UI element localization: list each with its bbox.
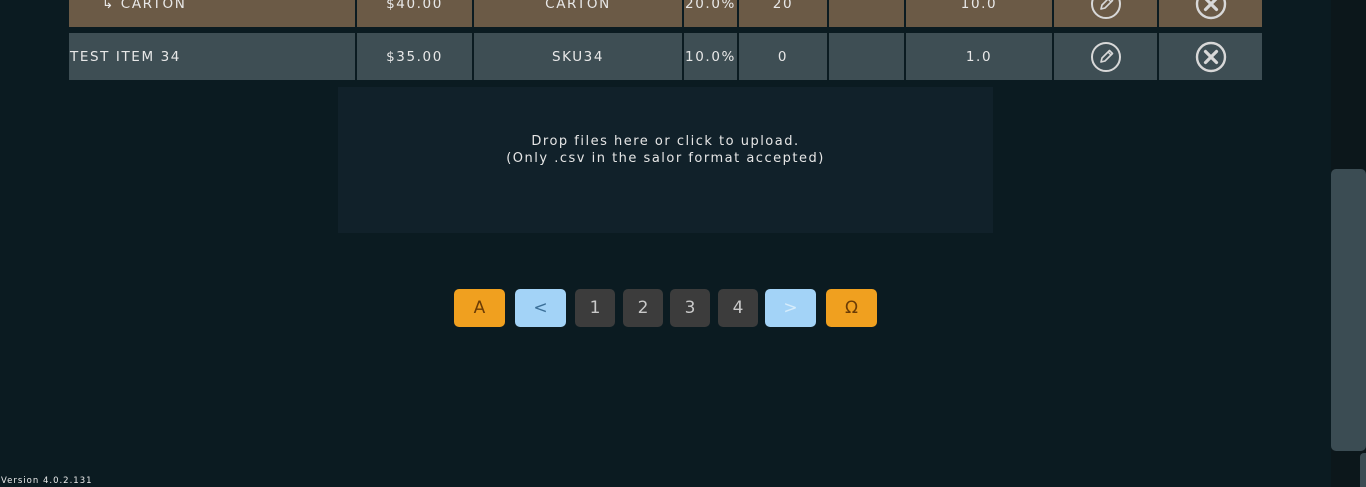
upload-instruction: Drop files here or click to upload. <box>531 134 800 149</box>
x-circle-icon <box>1195 41 1226 72</box>
version-label: Version 4.0.2.131 <box>1 476 93 486</box>
item-sku-cell: CARTON <box>474 0 682 27</box>
page-button-4[interactable]: 4 <box>718 289 758 327</box>
item-price-cell: $40.00 <box>357 0 472 27</box>
edit-button[interactable] <box>1054 0 1157 27</box>
page-button-2[interactable]: 2 <box>623 289 663 327</box>
item-name-cell: ↳ CARTON <box>69 0 355 27</box>
table-row-item: TEST ITEM 34 $35.00 SKU34 10.0% 0 1.0 <box>69 33 1262 80</box>
scrollbar-thumb-horizontal[interactable] <box>1360 453 1366 487</box>
x-circle-icon <box>1195 0 1226 19</box>
edit-button[interactable] <box>1054 33 1157 80</box>
item-extra-cell <box>829 33 904 80</box>
next-page-button[interactable]: > <box>765 289 816 327</box>
item-name-cell: TEST ITEM 34 <box>69 33 355 80</box>
table-row-carton: ↳ CARTON $40.00 CARTON 20.0% 20 10.0 <box>69 0 1262 27</box>
delete-button[interactable] <box>1159 33 1262 80</box>
item-ratio-cell: 1.0 <box>906 33 1052 80</box>
item-quantity-cell: 0 <box>739 33 827 80</box>
item-extra-cell <box>829 0 904 27</box>
upload-format-note: (Only .csv in the salor format accepted) <box>506 151 825 166</box>
page: ↳ CARTON $40.00 CARTON 20.0% 20 10.0 TES… <box>0 0 1366 487</box>
item-quantity-cell: 20 <box>739 0 827 27</box>
page-button-3[interactable]: 3 <box>670 289 710 327</box>
page-button-1[interactable]: 1 <box>575 289 615 327</box>
item-tax-cell: 10.0% <box>684 33 737 80</box>
item-tax-cell: 20.0% <box>684 0 737 27</box>
last-page-button[interactable]: Ω <box>826 289 877 327</box>
pencil-circle-icon <box>1090 41 1121 72</box>
item-ratio-cell: 10.0 <box>906 0 1052 27</box>
file-upload-dropzone[interactable]: Drop files here or click to upload. (Onl… <box>338 87 993 233</box>
delete-button[interactable] <box>1159 0 1262 27</box>
pencil-circle-icon <box>1090 0 1121 19</box>
item-price-cell: $35.00 <box>357 33 472 80</box>
item-sku-cell: SKU34 <box>474 33 682 80</box>
prev-page-button[interactable]: < <box>515 289 566 327</box>
scrollbar-thumb[interactable] <box>1331 169 1366 451</box>
first-page-button[interactable]: A <box>454 289 505 327</box>
